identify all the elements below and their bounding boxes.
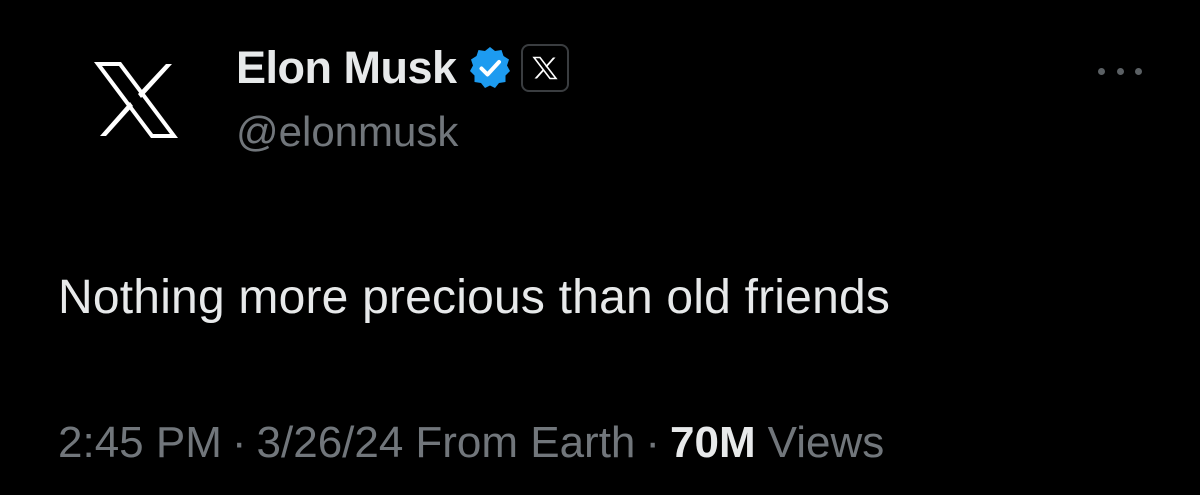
more-horizontal-icon-dot — [1116, 67, 1124, 75]
x-logo-icon — [531, 56, 558, 80]
affiliate-x-badge[interactable] — [520, 44, 569, 92]
more-options-button[interactable] — [1098, 60, 1142, 82]
views-label: Views — [767, 418, 885, 467]
tweet-time[interactable]: 2:45 PM — [58, 418, 222, 468]
user-handle[interactable]: @elonmusk — [236, 108, 569, 156]
tweet-header: Elon Musk @elonmusk — [236, 38, 569, 156]
tweet-meta: 2:45 PM · 3/26/24 From Earth · 70M Views — [58, 418, 884, 468]
tweet-source: From Earth — [415, 418, 636, 467]
more-horizontal-icon-dot — [1135, 67, 1142, 75]
tweet-date[interactable]: 3/26/24 — [257, 418, 404, 468]
more-horizontal-icon — [1098, 67, 1105, 75]
avatar[interactable] — [72, 36, 200, 164]
meta-separator: · — [231, 418, 247, 467]
views-count[interactable]: 70M — [670, 418, 756, 468]
name-row: Elon Musk — [236, 38, 569, 98]
x-logo-icon — [94, 62, 178, 138]
display-name[interactable]: Elon Musk — [236, 42, 457, 94]
tweet: Elon Musk @elonmusk Nothing more preciou… — [0, 0, 1200, 495]
tweet-text: Nothing more precious than old friends — [58, 271, 891, 324]
meta-separator: · — [645, 418, 661, 467]
verified-badge-icon[interactable] — [467, 45, 513, 91]
